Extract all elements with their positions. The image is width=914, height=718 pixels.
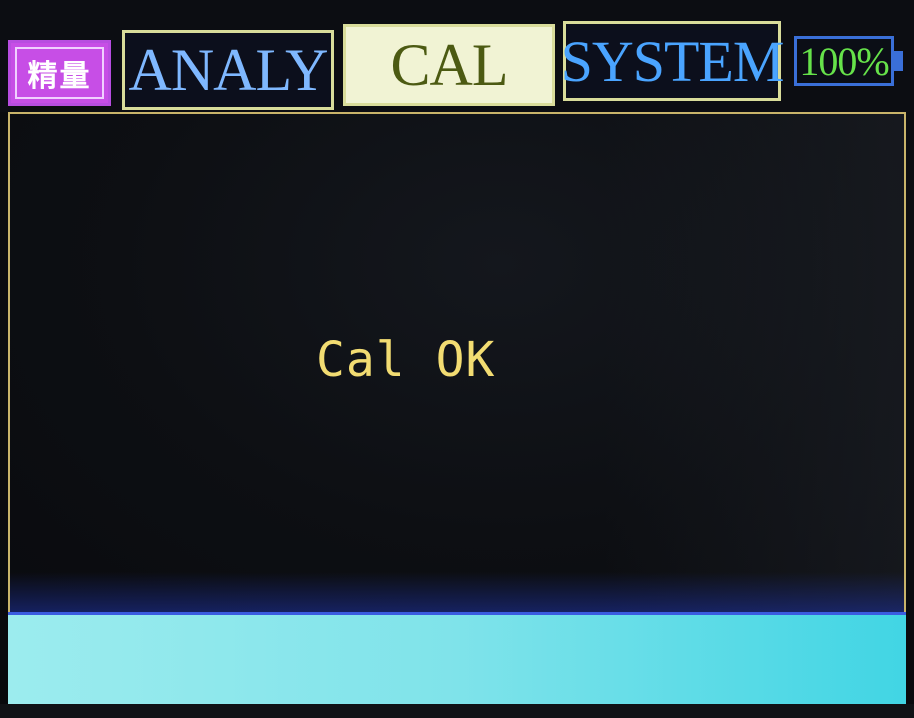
logo-text: 精量	[15, 47, 104, 99]
tab-cal-label: CAL	[390, 31, 509, 98]
calibration-status-message: Cal OK	[316, 332, 496, 388]
bottom-bezel	[0, 704, 914, 718]
tab-analy[interactable]: ANALY	[122, 30, 334, 110]
top-menu-bar: 精量 ANALY CAL SYSTEM 100%	[0, 0, 914, 112]
status-bar	[8, 612, 906, 704]
battery-level: 100%	[799, 38, 889, 84]
device-screen: 精量 ANALY CAL SYSTEM 100% Cal OK	[0, 0, 914, 718]
battery-indicator: 100%	[794, 36, 894, 86]
tab-cal[interactable]: CAL	[343, 24, 555, 106]
tab-analy-label: ANALY	[128, 36, 329, 103]
panel-shade	[604, 114, 904, 612]
battery-tip-icon	[894, 51, 903, 71]
brand-logo: 精量	[8, 40, 111, 106]
panel-bottom-glow	[10, 572, 904, 612]
tab-system-label: SYSTEM	[560, 28, 785, 94]
tab-system[interactable]: SYSTEM	[560, 21, 785, 101]
